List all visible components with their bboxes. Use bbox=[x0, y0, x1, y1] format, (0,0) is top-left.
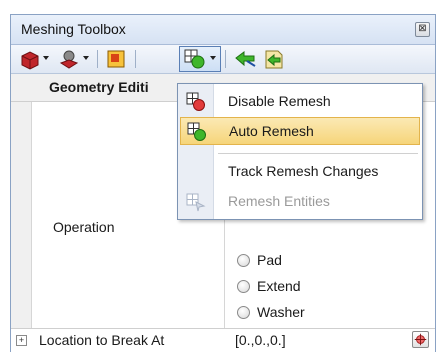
green-page-icon[interactable] bbox=[262, 48, 288, 70]
menu-item-label: Disable Remesh bbox=[228, 93, 331, 109]
toolbar-separator bbox=[225, 50, 226, 68]
operation-label: Operation bbox=[53, 219, 115, 235]
menu-item-track-remesh-changes[interactable]: Track Remesh Changes bbox=[180, 158, 420, 186]
menu-item-remesh-entities: Remesh Entities bbox=[180, 188, 420, 216]
remesh-disable-icon bbox=[186, 92, 205, 111]
green-arrow-icon[interactable] bbox=[233, 48, 259, 70]
radio-label: Extend bbox=[257, 278, 301, 294]
red-feature-dropdown-arrow[interactable] bbox=[83, 56, 89, 60]
radio-button[interactable] bbox=[237, 306, 250, 319]
grid-gutter bbox=[11, 74, 32, 351]
location-label: Location to Break At bbox=[39, 332, 165, 348]
panel-titlebar: Meshing Toolbox ⊠ bbox=[11, 15, 435, 45]
menu-item-label: Track Remesh Changes bbox=[228, 163, 379, 179]
category-label: Geometry Editi bbox=[49, 79, 149, 95]
remesh-icon[interactable] bbox=[183, 48, 207, 70]
location-value[interactable]: [0.,0.,0.] bbox=[235, 332, 286, 348]
toolbar-separator bbox=[97, 50, 98, 68]
orange-square-icon[interactable] bbox=[105, 48, 129, 70]
red-solid-dropdown-arrow[interactable] bbox=[43, 56, 49, 60]
remesh-auto-icon bbox=[187, 122, 206, 141]
menu-separator bbox=[218, 153, 418, 154]
expand-icon[interactable]: + bbox=[16, 335, 27, 346]
remesh-dropdown-arrow[interactable] bbox=[210, 56, 216, 60]
location-row[interactable]: + Location to Break At [0.,0.,0.] bbox=[11, 328, 435, 352]
menu-item-disable-remesh[interactable]: Disable Remesh bbox=[180, 88, 420, 116]
remesh-entities-icon bbox=[186, 193, 206, 212]
toolbar-separator bbox=[135, 50, 136, 68]
menu-item-label: Auto Remesh bbox=[229, 123, 314, 139]
point-picker-icon[interactable] bbox=[412, 331, 429, 348]
close-icon[interactable]: ⊠ bbox=[415, 22, 430, 37]
menu-item-auto-remesh[interactable]: Auto Remesh bbox=[180, 117, 420, 145]
radio-button[interactable] bbox=[237, 280, 250, 293]
radio-label: Washer bbox=[257, 304, 305, 320]
panel-title: Meshing Toolbox bbox=[21, 21, 126, 37]
remesh-dropdown-menu: Disable Remesh Auto Remesh Track Remesh … bbox=[177, 83, 423, 220]
radio-label: Pad bbox=[257, 252, 282, 268]
radio-button[interactable] bbox=[237, 254, 250, 267]
menu-item-label: Remesh Entities bbox=[228, 193, 330, 209]
toolbar bbox=[11, 45, 435, 74]
